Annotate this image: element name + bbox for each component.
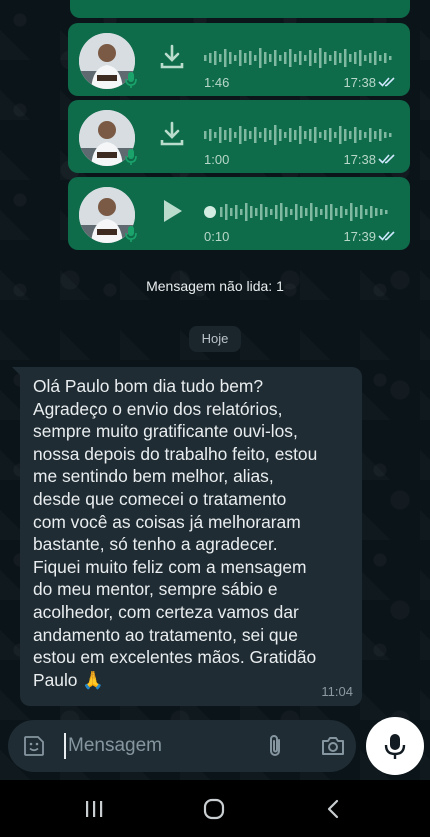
- recents-icon[interactable]: [82, 797, 106, 821]
- read-ticks-icon: [378, 154, 395, 164]
- mic-icon: [384, 734, 406, 759]
- sticker-icon[interactable]: [22, 734, 46, 758]
- system-navigation-bar: [0, 780, 430, 837]
- back-icon[interactable]: [322, 797, 346, 821]
- mic-icon: [125, 72, 137, 88]
- playback-slider-thumb: [204, 206, 216, 218]
- previous-message-edge: [70, 0, 410, 18]
- record-voice-button[interactable]: [366, 717, 424, 775]
- download-icon[interactable]: [158, 43, 186, 71]
- voice-duration: 1:46: [204, 75, 230, 90]
- message-composer: [8, 720, 356, 772]
- read-ticks-icon: [378, 231, 395, 241]
- voice-message[interactable]: 0:10 17:39: [68, 177, 410, 250]
- message-input[interactable]: [68, 730, 248, 762]
- waveform[interactable]: [204, 120, 394, 150]
- waveform[interactable]: [204, 43, 394, 73]
- message-time: 17:38: [343, 152, 376, 167]
- home-icon[interactable]: [202, 797, 226, 821]
- read-ticks-icon: [378, 77, 395, 87]
- download-icon[interactable]: [158, 120, 186, 148]
- voice-message[interactable]: 1:00 17:38: [68, 100, 410, 173]
- voice-duration: 1:00: [204, 152, 230, 167]
- waveform[interactable]: [204, 197, 394, 227]
- camera-icon[interactable]: [320, 733, 346, 759]
- play-icon[interactable]: [158, 197, 186, 225]
- message-text: Olá Paulo bom dia tudo bem? Agradeço o e…: [33, 376, 318, 690]
- incoming-message-bubble[interactable]: Olá Paulo bom dia tudo bem? Agradeço o e…: [20, 367, 362, 706]
- voice-duration: 0:10: [204, 229, 230, 244]
- message-time: 17:38: [343, 75, 376, 90]
- message-time: 17:39: [343, 229, 376, 244]
- message-time: 11:04: [321, 684, 353, 699]
- paperclip-icon[interactable]: [264, 733, 286, 759]
- text-cursor: [64, 733, 66, 759]
- unread-banner: Mensagem não lida: 1: [146, 278, 284, 294]
- mic-icon: [125, 226, 137, 242]
- voice-message[interactable]: 1:46 17:38: [68, 23, 410, 96]
- date-divider: Hoje: [189, 326, 241, 352]
- mic-icon: [125, 149, 137, 165]
